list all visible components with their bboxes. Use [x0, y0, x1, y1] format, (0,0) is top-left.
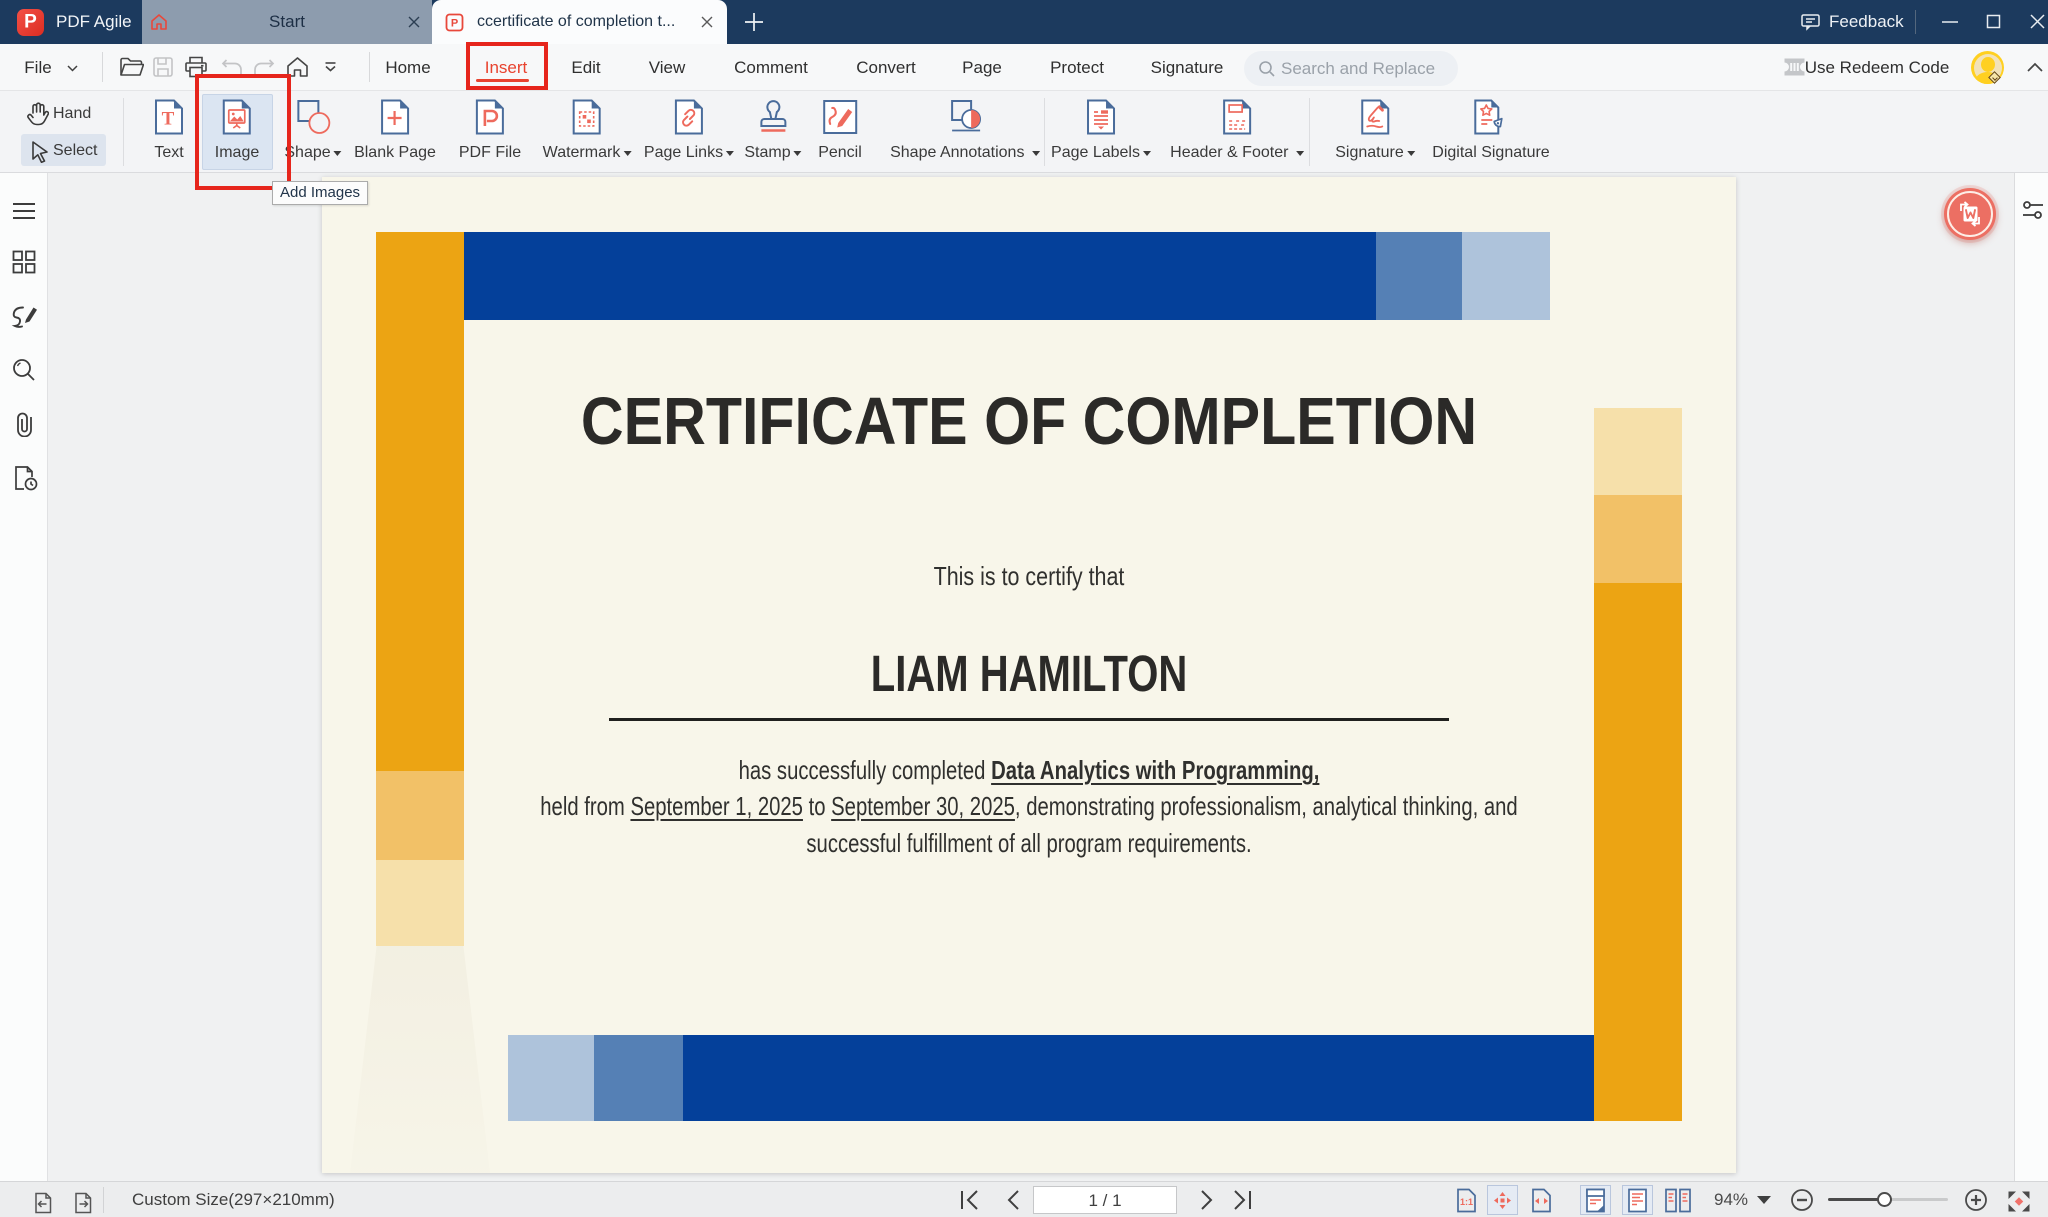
svg-text:T: T — [162, 109, 175, 130]
svg-text:1:1: 1:1 — [1460, 1197, 1473, 1207]
svg-text:P: P — [451, 18, 458, 30]
